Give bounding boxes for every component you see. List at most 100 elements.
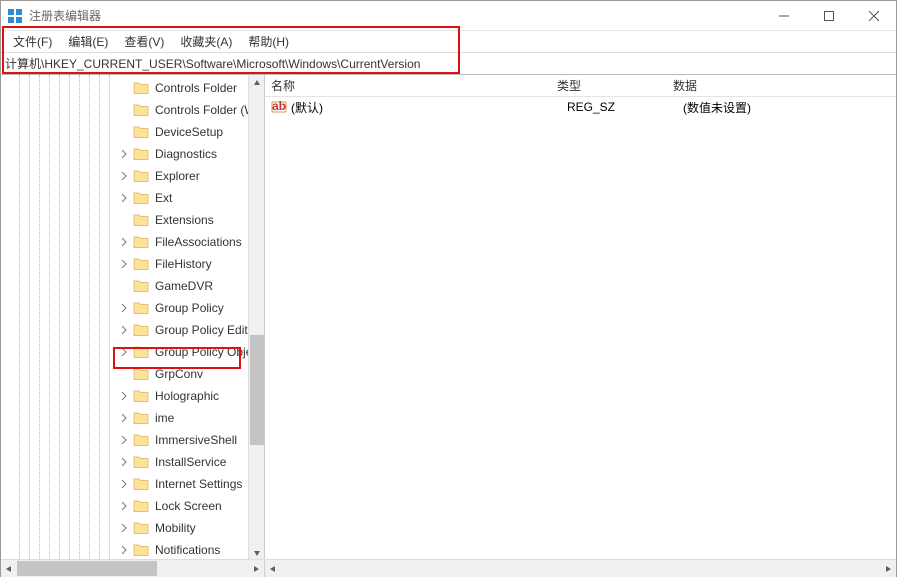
horizontal-scrollbars bbox=[1, 559, 896, 576]
folder-icon bbox=[133, 345, 149, 359]
close-button[interactable] bbox=[851, 1, 896, 31]
tree-item[interactable]: Lock Screen bbox=[1, 495, 264, 517]
scroll-right-icon[interactable] bbox=[248, 560, 264, 577]
tree-item-label: FileAssociations bbox=[155, 235, 242, 249]
list-pane[interactable]: 名称 类型 数据 ab (默认) REG_SZ (数值未设置) bbox=[265, 75, 896, 561]
chevron-right-icon[interactable] bbox=[119, 325, 129, 335]
chevron-right-icon[interactable] bbox=[119, 347, 129, 357]
tree-item[interactable]: FileAssociations bbox=[1, 231, 264, 253]
chevron-right-icon[interactable] bbox=[119, 479, 129, 489]
tree-item-label: Diagnostics bbox=[155, 147, 217, 161]
list-header[interactable]: 名称 类型 数据 bbox=[265, 75, 896, 97]
tree-item[interactable]: Controls Folder bbox=[1, 77, 264, 99]
tree-item-label: Ext bbox=[155, 191, 172, 205]
chevron-right-icon[interactable] bbox=[119, 193, 129, 203]
chevron-right-icon[interactable] bbox=[119, 501, 129, 511]
tree-item[interactable]: DeviceSetup bbox=[1, 121, 264, 143]
folder-icon bbox=[133, 235, 149, 249]
titlebar[interactable]: 注册表编辑器 bbox=[1, 1, 896, 31]
chevron-right-icon[interactable] bbox=[119, 545, 129, 555]
chevron-right-icon[interactable] bbox=[119, 523, 129, 533]
tree-vertical-scrollbar[interactable] bbox=[248, 75, 264, 561]
folder-icon bbox=[133, 477, 149, 491]
folder-icon bbox=[133, 81, 149, 95]
tree-item-label: Extensions bbox=[155, 213, 214, 227]
value-type: REG_SZ bbox=[567, 100, 683, 114]
tree-item-label: InstallService bbox=[155, 455, 226, 469]
tree-item-label: GameDVR bbox=[155, 279, 213, 293]
tree-item-label: ImmersiveShell bbox=[155, 433, 237, 447]
column-type-header[interactable]: 类型 bbox=[551, 77, 667, 94]
tree-item[interactable]: Ext bbox=[1, 187, 264, 209]
chevron-right-icon[interactable] bbox=[119, 457, 129, 467]
tree-item-label: Controls Folder (Wo bbox=[155, 103, 262, 117]
tree-item[interactable]: Extensions bbox=[1, 209, 264, 231]
chevron-right-icon[interactable] bbox=[119, 259, 129, 269]
tree-item[interactable]: Holographic bbox=[1, 385, 264, 407]
scroll-up-icon[interactable] bbox=[249, 75, 265, 91]
folder-icon bbox=[133, 301, 149, 315]
folder-icon bbox=[133, 433, 149, 447]
tree-item-label: ime bbox=[155, 411, 174, 425]
tree-item[interactable]: Group Policy bbox=[1, 297, 264, 319]
tree-item[interactable]: ime bbox=[1, 407, 264, 429]
scroll-right-icon[interactable] bbox=[880, 560, 896, 577]
tree-horizontal-scrollbar[interactable] bbox=[1, 560, 265, 577]
chevron-right-icon[interactable] bbox=[119, 435, 129, 445]
tree-item-label: Holographic bbox=[155, 389, 219, 403]
tree-item[interactable]: ImmersiveShell bbox=[1, 429, 264, 451]
menu-favorites[interactable]: 收藏夹(A) bbox=[172, 31, 240, 52]
tree-item[interactable]: InstallService bbox=[1, 451, 264, 473]
maximize-button[interactable] bbox=[806, 1, 851, 31]
chevron-right-icon[interactable] bbox=[119, 171, 129, 181]
folder-icon bbox=[133, 279, 149, 293]
tree-item[interactable]: Explorer bbox=[1, 165, 264, 187]
tree-item-label: DeviceSetup bbox=[155, 125, 223, 139]
column-name-header[interactable]: 名称 bbox=[265, 77, 551, 94]
menu-view[interactable]: 查看(V) bbox=[116, 31, 172, 52]
tree-item[interactable]: Mobility bbox=[1, 517, 264, 539]
addressbar-container: 计算机\HKEY_CURRENT_USER\Software\Microsoft… bbox=[1, 53, 896, 75]
list-horizontal-scrollbar[interactable] bbox=[265, 560, 896, 577]
tree-item[interactable]: Controls Folder (Wo bbox=[1, 99, 264, 121]
tree-item-label: Internet Settings bbox=[155, 477, 242, 491]
folder-icon bbox=[133, 411, 149, 425]
tree-item[interactable]: Diagnostics bbox=[1, 143, 264, 165]
tree-pane[interactable]: Controls Folder Controls Folder (Wo Device… bbox=[1, 75, 265, 561]
menu-edit[interactable]: 编辑(E) bbox=[60, 31, 116, 52]
scroll-left-icon[interactable] bbox=[1, 560, 17, 577]
folder-icon bbox=[133, 367, 149, 381]
tree-item-label: GrpConv bbox=[155, 367, 203, 381]
chevron-right-icon[interactable] bbox=[119, 149, 129, 159]
tree-item-label: Group Policy bbox=[155, 301, 224, 315]
tree-item[interactable]: GameDVR bbox=[1, 275, 264, 297]
chevron-right-icon[interactable] bbox=[119, 237, 129, 247]
folder-icon bbox=[133, 455, 149, 469]
folder-icon bbox=[133, 257, 149, 271]
column-data-header[interactable]: 数据 bbox=[667, 77, 896, 94]
scrollbar-thumb[interactable] bbox=[250, 335, 264, 445]
minimize-button[interactable] bbox=[761, 1, 806, 31]
tree-item-label: Lock Screen bbox=[155, 499, 222, 513]
addressbar[interactable]: 计算机\HKEY_CURRENT_USER\Software\Microsoft… bbox=[1, 53, 896, 74]
folder-icon bbox=[133, 191, 149, 205]
value-data: (数值未设置) bbox=[683, 99, 896, 116]
tree-item[interactable]: Group Policy Objects bbox=[1, 341, 264, 363]
tree-item[interactable]: GrpConv bbox=[1, 363, 264, 385]
tree-item[interactable]: Group Policy Editor bbox=[1, 319, 264, 341]
menu-help[interactable]: 帮助(H) bbox=[240, 31, 297, 52]
tree-item[interactable]: Notifications bbox=[1, 539, 264, 561]
folder-icon bbox=[133, 499, 149, 513]
menu-file[interactable]: 文件(F) bbox=[5, 31, 60, 52]
tree-item[interactable]: FileHistory bbox=[1, 253, 264, 275]
chevron-right-icon[interactable] bbox=[119, 391, 129, 401]
scrollbar-thumb[interactable] bbox=[17, 561, 157, 576]
chevron-right-icon[interactable] bbox=[119, 413, 129, 423]
chevron-right-icon[interactable] bbox=[119, 303, 129, 313]
tree-item-label: FileHistory bbox=[155, 257, 212, 271]
tree-item[interactable]: Internet Settings bbox=[1, 473, 264, 495]
folder-icon bbox=[133, 169, 149, 183]
scroll-left-icon[interactable] bbox=[265, 560, 281, 577]
app-icon bbox=[7, 8, 23, 24]
list-row[interactable]: ab (默认) REG_SZ (数值未设置) bbox=[265, 97, 896, 117]
